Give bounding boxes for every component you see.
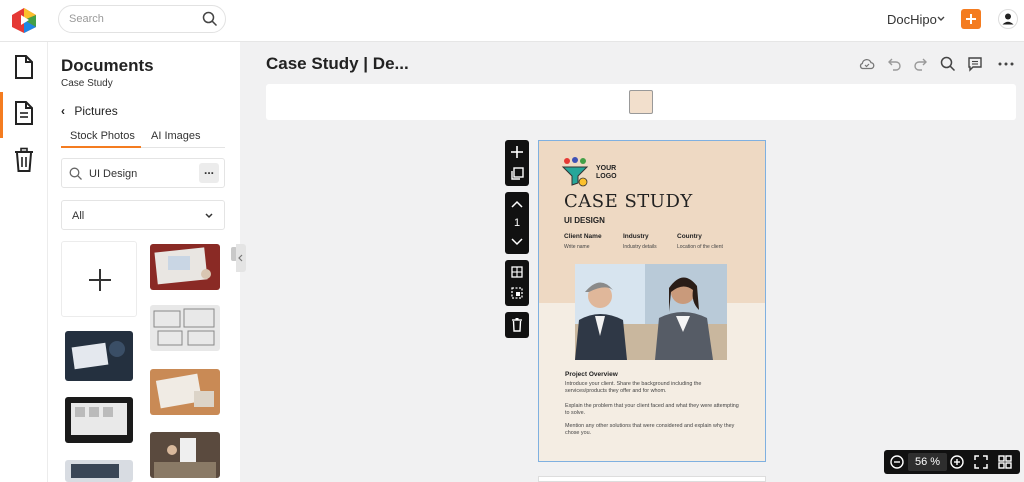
stock-photo-thumbnail[interactable]: [65, 397, 133, 443]
filter-select[interactable]: All: [61, 200, 225, 230]
sidebar-rail: [0, 42, 48, 482]
chevron-left-icon: [238, 254, 243, 262]
zoom-unit: %: [930, 456, 941, 468]
duplicate-page-icon[interactable]: [505, 164, 529, 184]
chevron-down-icon: [205, 213, 213, 219]
document-canvas[interactable]: YOUR LOGO CASE STUDY UI DESIGN Client Na…: [538, 140, 766, 462]
trash-icon[interactable]: [12, 147, 36, 173]
next-page-preview: [538, 476, 766, 482]
more-options-button[interactable]: ...: [199, 163, 219, 183]
documents-icon[interactable]: [12, 54, 36, 80]
create-button[interactable]: [961, 9, 981, 29]
top-bar: Search DocHipo: [0, 0, 1024, 42]
more-options-icon[interactable]: [997, 55, 1015, 73]
logo-text: YOUR LOGO: [596, 165, 617, 181]
add-page-icon[interactable]: [505, 142, 529, 162]
grid-view-icon[interactable]: [997, 454, 1013, 470]
logo-text-line-2: LOGO: [596, 173, 617, 180]
meta-label-country[interactable]: Country: [677, 233, 702, 240]
panel-title: Documents: [61, 56, 154, 75]
search-value: UI Design: [89, 168, 138, 180]
active-tab-underline: [61, 146, 141, 148]
page-number: 1: [513, 217, 521, 229]
filter-value: All: [72, 210, 85, 222]
zoom-in-icon[interactable]: [949, 454, 965, 470]
zoom-controls: 56 %: [884, 450, 1020, 474]
collapse-panel-handle[interactable]: [236, 244, 246, 272]
stock-photo-thumbnail[interactable]: [150, 432, 220, 478]
tab-ai-images[interactable]: AI Images: [151, 130, 201, 142]
document-heading[interactable]: CASE STUDY: [564, 191, 693, 212]
stock-photo-thumbnail[interactable]: [65, 331, 133, 381]
workspace-name[interactable]: DocHipo: [887, 12, 937, 27]
fit-screen-icon[interactable]: [973, 454, 989, 470]
page-thumbnail-strip: [266, 84, 1016, 120]
logo-text-line-1: YOUR: [596, 165, 617, 172]
pictures-search-input[interactable]: UI Design ...: [61, 158, 225, 188]
chevron-up-icon[interactable]: [505, 196, 529, 212]
page-navigation-toolbar: 1: [505, 192, 529, 254]
cloud-save-icon[interactable]: [858, 55, 876, 73]
back-label: Pictures: [74, 104, 118, 118]
meta-label-industry[interactable]: Industry: [623, 233, 649, 240]
overview-paragraph[interactable]: Explain the problem that your client fac…: [565, 403, 741, 417]
zoom-value: 56: [914, 456, 928, 468]
meta-value-industry[interactable]: Industry details: [623, 244, 657, 250]
search-placeholder: Search: [69, 13, 104, 25]
tab-stock-photos[interactable]: Stock Photos: [70, 130, 135, 142]
panel-subtitle: Case Study: [61, 78, 113, 89]
document-subheading[interactable]: UI DESIGN: [564, 216, 605, 225]
tab-bar: Stock Photos AI Images: [61, 128, 225, 148]
overview-paragraph[interactable]: Introduce your client. Share the backgro…: [565, 381, 741, 395]
zoom-level[interactable]: 56 %: [908, 453, 947, 471]
chevron-left-icon: ‹: [61, 104, 65, 118]
overview-paragraph[interactable]: Mention any other solutions that were co…: [565, 423, 741, 437]
undo-icon[interactable]: [886, 55, 902, 73]
documents-panel: Documents Case Study ‹ Pictures Stock Ph…: [48, 42, 240, 482]
dochipo-logo[interactable]: [11, 7, 37, 33]
page-icon[interactable]: [12, 100, 36, 126]
select-area-icon[interactable]: [505, 284, 529, 304]
search-field[interactable]: Search: [58, 5, 226, 33]
meta-value-country[interactable]: Location of the client: [677, 244, 723, 250]
overview-heading[interactable]: Project Overview: [565, 371, 618, 378]
redo-icon[interactable]: [913, 55, 929, 73]
chevron-down-icon[interactable]: [505, 234, 529, 250]
stock-photo-thumbnail[interactable]: [65, 460, 133, 482]
plus-icon: [966, 14, 976, 24]
business-people-photo[interactable]: [575, 264, 727, 360]
meta-label-client[interactable]: Client Name: [564, 233, 602, 240]
document-title[interactable]: Case Study | De...: [266, 54, 409, 74]
layout-toolbar: [505, 260, 529, 306]
chevron-down-icon[interactable]: [936, 14, 946, 24]
stock-photo-thumbnail[interactable]: [150, 305, 220, 351]
meta-value-client[interactable]: Write name: [564, 244, 589, 250]
user-avatar-icon[interactable]: [998, 9, 1018, 29]
plus-icon: [89, 269, 111, 291]
grid-icon[interactable]: [505, 263, 529, 283]
zoom-out-icon[interactable]: [889, 454, 905, 470]
upload-image-button[interactable]: [61, 241, 137, 317]
comment-icon[interactable]: [967, 55, 983, 73]
trash-icon: [512, 318, 522, 332]
search-icon[interactable]: [940, 55, 956, 73]
back-button[interactable]: ‹ Pictures: [61, 104, 118, 118]
stock-photo-thumbnail[interactable]: [150, 244, 220, 290]
search-icon: [69, 167, 82, 180]
stock-photo-thumbnail[interactable]: [150, 369, 220, 415]
page-thumbnail[interactable]: [629, 90, 653, 114]
delete-page-button[interactable]: [505, 312, 529, 338]
logo-funnel-icon[interactable]: [561, 156, 591, 188]
active-indicator: [0, 92, 3, 138]
add-duplicate-toolbar: [505, 140, 529, 186]
search-icon[interactable]: [202, 11, 218, 27]
